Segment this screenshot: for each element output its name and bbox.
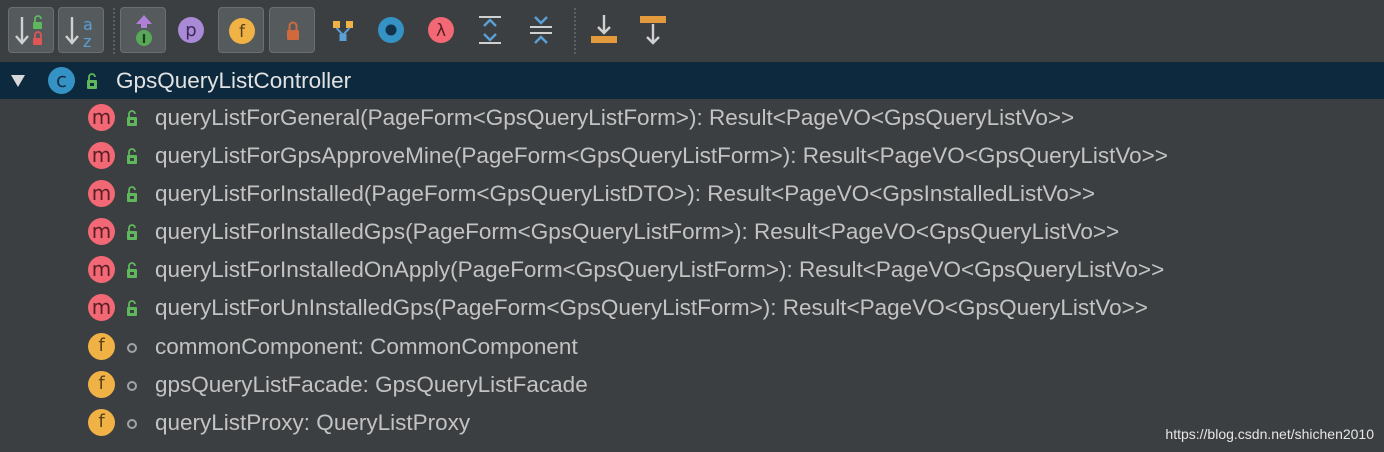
properties-letter: p (185, 20, 196, 41)
tree-item-method[interactable]: m queryListForInstalled(PageForm<GpsQuer… (0, 175, 1384, 212)
method-icon: m (88, 256, 115, 283)
show-anonymous-button[interactable] (368, 7, 414, 53)
public-lock-icon (127, 110, 137, 126)
autoscroll-from-source-icon (640, 16, 666, 45)
tree-item-field[interactable]: f gpsQueryListFacade: GpsQueryListFacade (0, 366, 1384, 403)
package-private-icon (127, 419, 137, 429)
lambda-letter: λ (436, 21, 446, 41)
autoscroll-from-source-button[interactable] (630, 7, 676, 53)
show-inherited-button[interactable]: I (120, 7, 166, 53)
toolbar-separator (574, 8, 576, 54)
class-icon: c (48, 67, 75, 94)
fields-icon: f (229, 18, 255, 44)
sort-alphabetically-button[interactable]: a z (58, 7, 104, 53)
tree-item-method[interactable]: m queryListForInstalledOnApply(PageForm<… (0, 251, 1384, 288)
member-label: queryListProxy: QueryListProxy (155, 410, 471, 435)
field-icon: f (88, 371, 115, 398)
public-lock-icon (127, 300, 137, 316)
method-icon: m (88, 180, 115, 207)
sort-letter-z: z (83, 32, 91, 51)
group-methods-button[interactable] (320, 7, 366, 53)
watermark: https://blog.csdn.net/shichen2010 (1165, 426, 1374, 442)
svg-text:I: I (142, 32, 146, 46)
collapse-all-icon (530, 16, 552, 44)
tree-item-method[interactable]: m queryListForGpsApproveMine(PageForm<Gp… (0, 137, 1384, 174)
method-icon: m (88, 104, 115, 131)
structure-tree: c GpsQueryListController m queryListForG… (0, 62, 1384, 452)
lock-icon (287, 21, 299, 40)
field-icon: f (88, 409, 115, 436)
tree-item-method[interactable]: m queryListForGeneral(PageForm<GpsQueryL… (0, 99, 1384, 136)
member-label: queryListForUnInstalledGps(PageForm<GpsQ… (155, 295, 1148, 320)
collapse-all-button[interactable] (518, 7, 564, 53)
sort-by-visibility-icon (15, 15, 42, 45)
class-name: GpsQueryListController (116, 68, 352, 93)
show-fields-button[interactable]: f (218, 7, 264, 53)
sort-by-visibility-button[interactable] (8, 7, 54, 53)
package-private-icon (127, 343, 137, 353)
show-non-public-button[interactable] (269, 7, 315, 53)
anonymous-class-icon (378, 17, 404, 43)
toolbar-separator (113, 8, 115, 54)
lambda-icon: λ (428, 17, 454, 43)
method-icon: m (88, 218, 115, 245)
expand-all-icon (479, 16, 501, 44)
member-label: commonComponent: CommonComponent (155, 334, 578, 359)
tree-item-method[interactable]: m queryListForInstalledGps(PageForm<GpsQ… (0, 213, 1384, 250)
sort-alphabetically-icon: a z (65, 15, 93, 51)
method-icon: m (88, 294, 115, 321)
expand-arrow-icon[interactable] (10, 74, 26, 88)
fields-letter: f (239, 22, 246, 42)
properties-icon: p (178, 17, 204, 43)
public-lock-icon (127, 262, 137, 278)
member-label: queryListForInstalledOnApply(PageForm<Gp… (155, 257, 1165, 282)
structure-toolbar: a z I p f λ (0, 0, 1384, 63)
autoscroll-to-source-icon (591, 15, 617, 43)
package-private-icon (127, 381, 137, 391)
public-lock-icon (87, 73, 97, 89)
tree-root-class[interactable]: c GpsQueryListController (0, 62, 1384, 99)
tree-item-method[interactable]: m queryListForUnInstalledGps(PageForm<Gp… (0, 289, 1384, 326)
method-icon: m (88, 142, 115, 169)
show-properties-button[interactable]: p (168, 7, 214, 53)
public-lock-icon (127, 186, 137, 202)
member-label: queryListForInstalledGps(PageForm<GpsQue… (155, 219, 1120, 244)
member-label: queryListForInstalled(PageForm<GpsQueryL… (155, 181, 1096, 206)
member-label: queryListForGeneral(PageForm<GpsQueryLis… (155, 105, 1075, 130)
show-lambdas-button[interactable]: λ (418, 7, 464, 53)
public-lock-icon (127, 148, 137, 164)
expand-all-button[interactable] (467, 7, 513, 53)
member-label: queryListForGpsApproveMine(PageForm<GpsQ… (155, 143, 1168, 168)
public-lock-icon (127, 224, 137, 240)
member-label: gpsQueryListFacade: GpsQueryListFacade (155, 372, 588, 397)
autoscroll-to-source-button[interactable] (581, 7, 627, 53)
hierarchy-icon (333, 21, 353, 41)
tree-item-field[interactable]: f commonComponent: CommonComponent (0, 328, 1384, 365)
show-inherited-icon: I (136, 15, 152, 46)
field-icon: f (88, 333, 115, 360)
